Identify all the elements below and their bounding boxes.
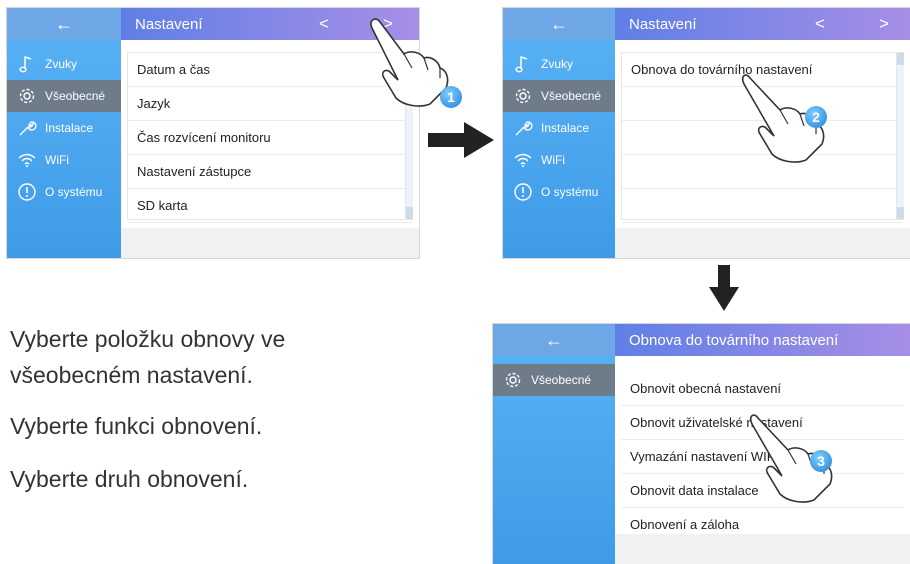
sidebar: ← Všeobecné [493, 324, 615, 564]
list-item-empty [622, 189, 903, 223]
prev-page-button[interactable]: < [815, 14, 825, 34]
music-note-icon [511, 52, 535, 76]
sidebar-item-label: Zvuky [45, 57, 78, 71]
sidebar-item-general[interactable]: Všeobecné [503, 80, 615, 112]
list-item[interactable]: Nastavení zástupce [128, 155, 412, 189]
arrow-right-icon [428, 122, 494, 158]
sidebar-item-label: O systému [541, 185, 599, 199]
gear-icon [501, 368, 525, 392]
sidebar-item-about[interactable]: O systému [7, 176, 121, 208]
bottom-bar [121, 228, 419, 258]
caption-step-1-line-2: všeobecném nastavení. [10, 362, 253, 388]
page-title: Nastavení [629, 15, 697, 33]
wifi-icon [15, 148, 39, 172]
sidebar: ← Zvuky Všeobecné Instalace WiFi O systé… [7, 8, 121, 258]
sidebar-item-label: Všeobecné [45, 89, 106, 103]
header: Nastavení < > [615, 8, 910, 40]
arrow-down-icon [709, 265, 739, 311]
music-note-icon [15, 52, 39, 76]
sidebar-item-sounds[interactable]: Zvuky [7, 48, 121, 80]
back-arrow-icon: ← [545, 329, 563, 350]
header: Obnova do továrního nastavení [615, 324, 910, 356]
page-title: Nastavení [135, 15, 203, 33]
step-badge: 3 [810, 450, 832, 472]
wrench-icon [15, 116, 39, 140]
wrench-icon [511, 116, 535, 140]
page-title: Obnova do továrního nastavení [629, 331, 839, 349]
sidebar-item-label: Všeobecné [531, 373, 592, 387]
sidebar-item-label: WiFi [45, 153, 69, 167]
back-button[interactable]: ← [493, 324, 615, 356]
screen-factory-reset: ← Všeobecné Obnova do továrního nastaven… [493, 324, 910, 564]
sidebar-item-label: Zvuky [541, 57, 574, 71]
list-item[interactable]: Obnovit obecná nastavení [621, 372, 904, 406]
next-page-button[interactable]: > [879, 14, 889, 34]
sidebar-item-label: Všeobecné [541, 89, 602, 103]
back-button[interactable]: ← [503, 8, 615, 40]
wifi-icon [511, 148, 535, 172]
back-arrow-icon: ← [55, 13, 73, 34]
sidebar-item-general[interactable]: Všeobecné [493, 364, 615, 396]
info-icon [15, 180, 39, 204]
bottom-bar [615, 228, 910, 258]
sidebar-item-general[interactable]: Všeobecné [7, 80, 121, 112]
sidebar: ← Zvuky Všeobecné Instalace WiFi O systé… [503, 8, 615, 258]
step-badge: 2 [805, 106, 827, 128]
sidebar-item-wifi[interactable]: WiFi [503, 144, 615, 176]
back-arrow-icon: ← [550, 13, 568, 34]
gear-icon [511, 84, 535, 108]
sidebar-item-label: WiFi [541, 153, 565, 167]
list-item[interactable]: Čas rozvícení monitoru [128, 121, 412, 155]
sidebar-item-sounds[interactable]: Zvuky [503, 48, 615, 80]
screen-settings-general: ← Zvuky Všeobecné Instalace WiFi O systé… [7, 8, 419, 258]
sidebar-item-about[interactable]: O systému [503, 176, 615, 208]
list-item[interactable]: SD karta [128, 189, 412, 223]
bottom-bar [615, 534, 910, 564]
sidebar-item-wifi[interactable]: WiFi [7, 144, 121, 176]
caption-step-2: Vyberte funkci obnovení. [10, 413, 263, 439]
prev-page-button[interactable]: < [319, 14, 329, 34]
caption-step-3: Vyberte druh obnovení. [10, 466, 249, 492]
step-badge: 1 [440, 86, 462, 108]
sidebar-item-label: Instalace [541, 121, 590, 135]
sidebar-item-label: O systému [45, 185, 103, 199]
back-button[interactable]: ← [7, 8, 121, 40]
sidebar-item-installation[interactable]: Instalace [503, 112, 615, 144]
gear-icon [15, 84, 39, 108]
screen-settings-general-page2: ← Zvuky Všeobecné Instalace WiFi O systé… [503, 8, 910, 258]
scrollbar[interactable] [896, 53, 904, 219]
sidebar-item-installation[interactable]: Instalace [7, 112, 121, 144]
info-icon [511, 180, 535, 204]
caption-step-1-line-1: Vyberte položku obnovy ve [10, 326, 286, 352]
sidebar-item-label: Instalace [45, 121, 94, 135]
